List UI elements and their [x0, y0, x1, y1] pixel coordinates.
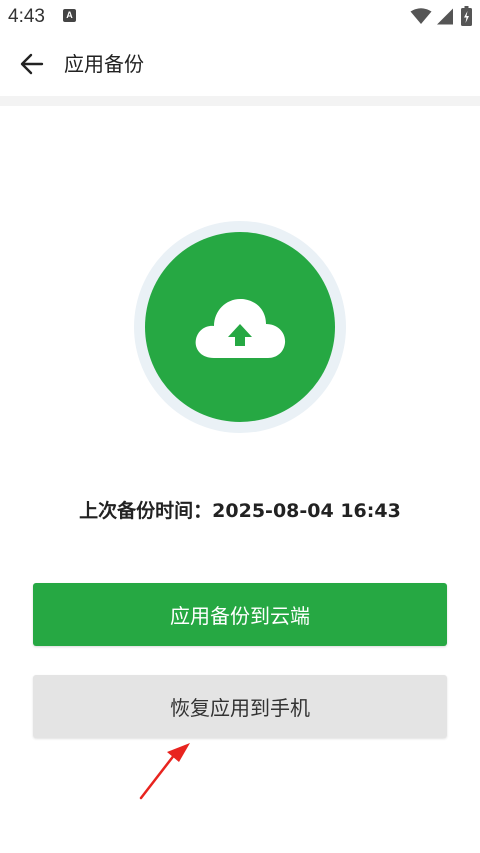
backup-to-cloud-button[interactable]: 应用备份到云端	[33, 583, 447, 646]
status-time: 4:43	[8, 6, 45, 27]
notification-a-icon: A	[63, 9, 76, 22]
app-backup-screen: 4:43 A 应用备份 上次备份时间：2025-08-04 16:43 应用备份…	[0, 0, 480, 853]
signal-icon	[436, 8, 454, 29]
cloud-upload-icon	[194, 296, 286, 364]
last-backup-time: 上次备份时间：2025-08-04 16:43	[79, 500, 401, 522]
backup-to-cloud-label: 应用备份到云端	[170, 604, 310, 628]
restore-to-phone-label: 恢复应用到手机	[170, 696, 310, 720]
arrow-left-icon	[20, 53, 44, 75]
battery-charging-icon	[461, 6, 472, 30]
header-divider	[0, 96, 480, 106]
red-arrow-pointer	[138, 740, 192, 804]
app-bar: 应用备份	[0, 32, 480, 96]
page-title: 应用备份	[64, 52, 144, 76]
restore-to-phone-button[interactable]: 恢复应用到手机	[33, 675, 447, 738]
status-bar: 4:43 A	[0, 0, 480, 32]
wifi-icon	[410, 8, 432, 29]
back-button[interactable]	[12, 46, 52, 82]
